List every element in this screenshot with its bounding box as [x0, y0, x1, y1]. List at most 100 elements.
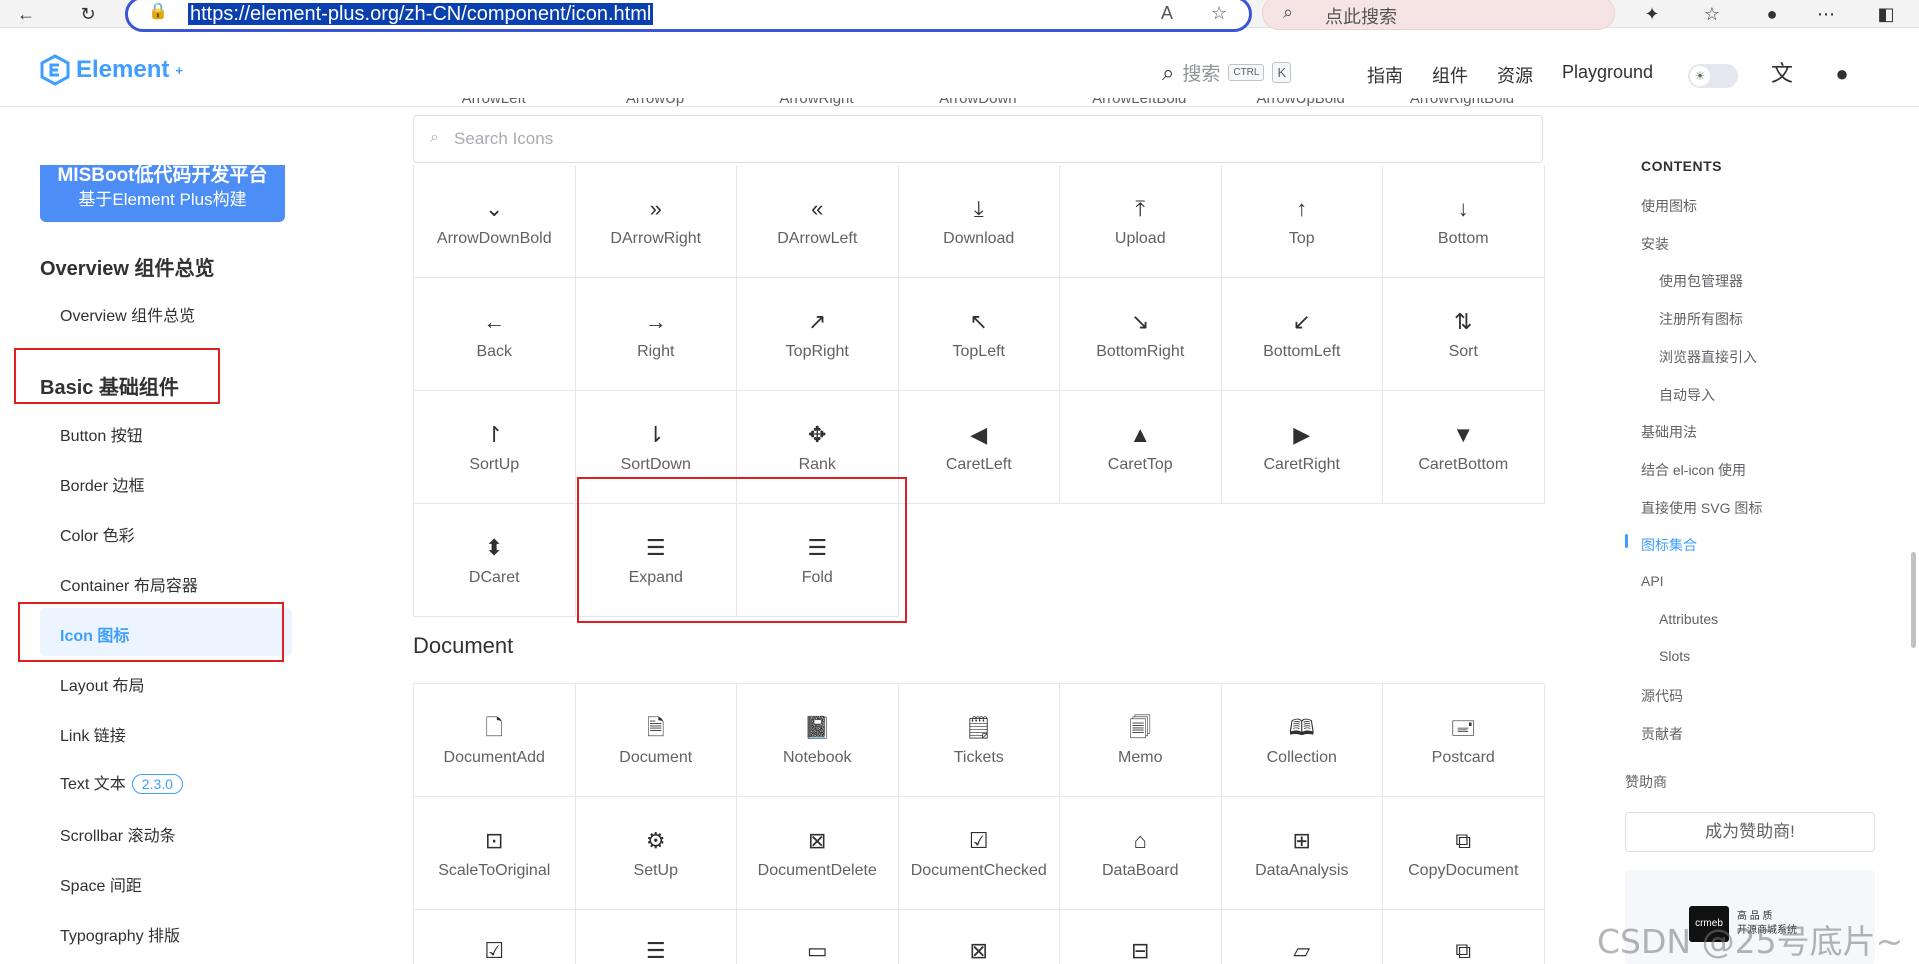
icon-cell[interactable]: ⤓ Download: [898, 165, 1060, 278]
icon-cell[interactable]: ⌄ ArrowDownBold: [414, 165, 576, 278]
icon-cell[interactable]: ▼ CaretBottom: [1383, 391, 1545, 504]
icon-cell[interactable]: ▱: [1222, 910, 1383, 964]
favorites-icon[interactable]: ☆: [1700, 2, 1724, 26]
browser-search-box[interactable]: ⌕ 点此搜索: [1262, 0, 1615, 30]
sidebar-item-container[interactable]: Container 布局容器: [60, 572, 198, 596]
icon-cell[interactable]: 🗒 Tickets: [898, 684, 1060, 797]
icon-cell[interactable]: ⊠ DocumentDelete: [737, 797, 899, 910]
toc-item[interactable]: 基础用法: [1641, 422, 1697, 442]
toc-item[interactable]: 图标集合: [1641, 535, 1697, 555]
sidebar-item-link[interactable]: Link 链接: [60, 722, 126, 746]
icon-cell[interactable]: ⬍ DCaret: [414, 504, 576, 617]
toc-item[interactable]: 源代码: [1641, 686, 1683, 706]
toc-item[interactable]: 贡献者: [1641, 724, 1683, 744]
toc-item[interactable]: 使用图标: [1641, 196, 1697, 216]
icon-cell[interactable]: 🗋 DocumentAdd: [414, 684, 576, 797]
sidebar-item-text[interactable]: Text 文本 2.3.0: [60, 770, 183, 794]
icon-name: DocumentChecked: [910, 862, 1047, 879]
icon-cell[interactable]: ☑: [414, 910, 576, 964]
icon-cell[interactable]: ▶ CaretRight: [1221, 391, 1383, 504]
become-sponsor-button[interactable]: 成为赞助商!: [1625, 812, 1875, 852]
icon-search-input[interactable]: [454, 126, 1354, 152]
profile-avatar[interactable]: ●: [1760, 2, 1784, 26]
address-bar[interactable]: 🔒 https://element-plus.org/zh-CN/compone…: [125, 0, 1252, 32]
icon-cell[interactable]: ⧉: [1383, 910, 1545, 964]
docs-search-button[interactable]: ⌕ 搜索 CTRL K: [1162, 59, 1292, 86]
icon-cell[interactable]: ↘ BottomRight: [1060, 278, 1222, 391]
sidebar-group-overview: Overview 组件总览: [40, 258, 215, 280]
toc-item[interactable]: 直接使用 SVG 图标: [1641, 498, 1762, 518]
icon-cell[interactable]: « DArrowLeft: [737, 165, 899, 278]
icon-cell[interactable]: ↖ TopLeft: [898, 278, 1060, 391]
icon-cell[interactable]: 🗎 Document: [575, 684, 737, 797]
sidebar-item-overview[interactable]: Overview 组件总览: [60, 302, 195, 326]
icon-cell[interactable]: ↑ Top: [1221, 165, 1383, 278]
icon-cell[interactable]: ⊡ ScaleToOriginal: [414, 797, 576, 910]
github-icon[interactable]: ●: [1828, 60, 1856, 88]
sidebar-toggle-icon[interactable]: ◧: [1874, 2, 1898, 26]
toc-item[interactable]: Attributes: [1659, 611, 1718, 627]
icon-cell[interactable]: ☑ DocumentChecked: [898, 797, 1060, 910]
icon-cell[interactable]: → Right: [575, 278, 737, 391]
element-logo[interactable]: Element +: [40, 54, 183, 86]
icon-cell[interactable]: ↾ SortUp: [414, 391, 576, 504]
sort-up-icon: ↾: [485, 422, 504, 447]
url-text[interactable]: https://element-plus.org/zh-CN/component…: [188, 3, 654, 25]
icon-cell[interactable]: ▭: [737, 910, 899, 964]
page-scrollbar-thumb[interactable]: [1911, 552, 1916, 648]
toc-item[interactable]: 注册所有图标: [1659, 309, 1743, 329]
icon-cell[interactable]: ⇅ Sort: [1383, 278, 1545, 391]
nav-guide[interactable]: 指南: [1367, 62, 1403, 88]
translate-icon[interactable]: 文: [1768, 60, 1796, 88]
toc-item[interactable]: 结合 el-icon 使用: [1641, 460, 1746, 480]
icon-cell[interactable]: ↓ Bottom: [1383, 165, 1545, 278]
postcard-icon: 🖃: [1450, 715, 1477, 740]
icon-cell[interactable]: ← Back: [414, 278, 576, 391]
nav-component[interactable]: 组件: [1432, 62, 1468, 88]
icon-cell[interactable]: 🕮 Collection: [1221, 684, 1383, 797]
icon-cell[interactable]: 🗐 Memo: [1060, 684, 1222, 797]
sidebar-item-color[interactable]: Color 色彩: [60, 522, 135, 546]
icon-cell[interactable]: ⊟: [1060, 910, 1222, 964]
icon-name: BottomRight: [1096, 343, 1185, 360]
sidebar-item-space[interactable]: Space 间距: [60, 872, 142, 896]
more-icon[interactable]: ⋯: [1814, 2, 1838, 26]
icon-cell[interactable]: ↗ TopRight: [737, 278, 899, 391]
nav-resource[interactable]: 资源: [1497, 62, 1533, 88]
toc-item[interactable]: 安装: [1641, 234, 1669, 254]
toc-item[interactable]: API: [1641, 573, 1664, 589]
icon-cell[interactable]: ↙ BottomLeft: [1221, 278, 1383, 391]
toc-item[interactable]: Slots: [1659, 648, 1690, 664]
sidebar-item-button[interactable]: Button 按钮: [60, 422, 143, 446]
read-aloud-icon[interactable]: A: [1161, 3, 1173, 24]
icon-cell[interactable]: ◀ CaretLeft: [898, 391, 1060, 504]
icon-cell[interactable]: ⊠: [899, 910, 1060, 964]
extensions-icon[interactable]: ✦: [1640, 2, 1664, 26]
favorite-star-icon[interactable]: ☆: [1211, 3, 1227, 24]
icon-cell[interactable]: 🖃 Postcard: [1383, 684, 1545, 797]
icon-search-field[interactable]: ⌕: [413, 115, 1543, 163]
icon-cell[interactable]: ☰: [576, 910, 737, 964]
theme-toggle[interactable]: ☀: [1688, 64, 1738, 88]
promo-banner[interactable]: MISBoot低代码开发平台 基于Element Plus构建: [40, 165, 285, 222]
icon-cell[interactable]: ▲ CaretTop: [1060, 391, 1222, 504]
sidebar-item-layout[interactable]: Layout 布局: [60, 672, 145, 696]
top-left-icon: ↖: [969, 309, 988, 334]
icon-cell[interactable]: ⤒ Upload: [1060, 165, 1222, 278]
icon-cell[interactable]: ⧉ CopyDocument: [1383, 797, 1545, 910]
toc-item[interactable]: 浏览器直接引入: [1659, 347, 1757, 367]
nav-playground[interactable]: Playground: [1562, 62, 1653, 83]
toc-item[interactable]: 使用包管理器: [1659, 271, 1743, 291]
scale-to-original-icon: ⊡: [485, 828, 504, 853]
refresh-icon[interactable]: ↻: [76, 2, 100, 26]
sidebar-item-border[interactable]: Border 边框: [60, 472, 144, 496]
sidebar-item-scrollbar[interactable]: Scrollbar 滚动条: [60, 822, 176, 846]
icon-cell[interactable]: ⚙ SetUp: [575, 797, 737, 910]
icon-cell[interactable]: ⌂ DataBoard: [1060, 797, 1222, 910]
icon-cell[interactable]: » DArrowRight: [575, 165, 737, 278]
sidebar-item-typography[interactable]: Typography 排版: [60, 922, 180, 946]
icon-cell[interactable]: ⊞ DataAnalysis: [1221, 797, 1383, 910]
toc-item[interactable]: 自动导入: [1659, 385, 1715, 405]
icon-cell[interactable]: 📓 Notebook: [737, 684, 899, 797]
back-arrow-icon[interactable]: ←: [14, 2, 38, 26]
